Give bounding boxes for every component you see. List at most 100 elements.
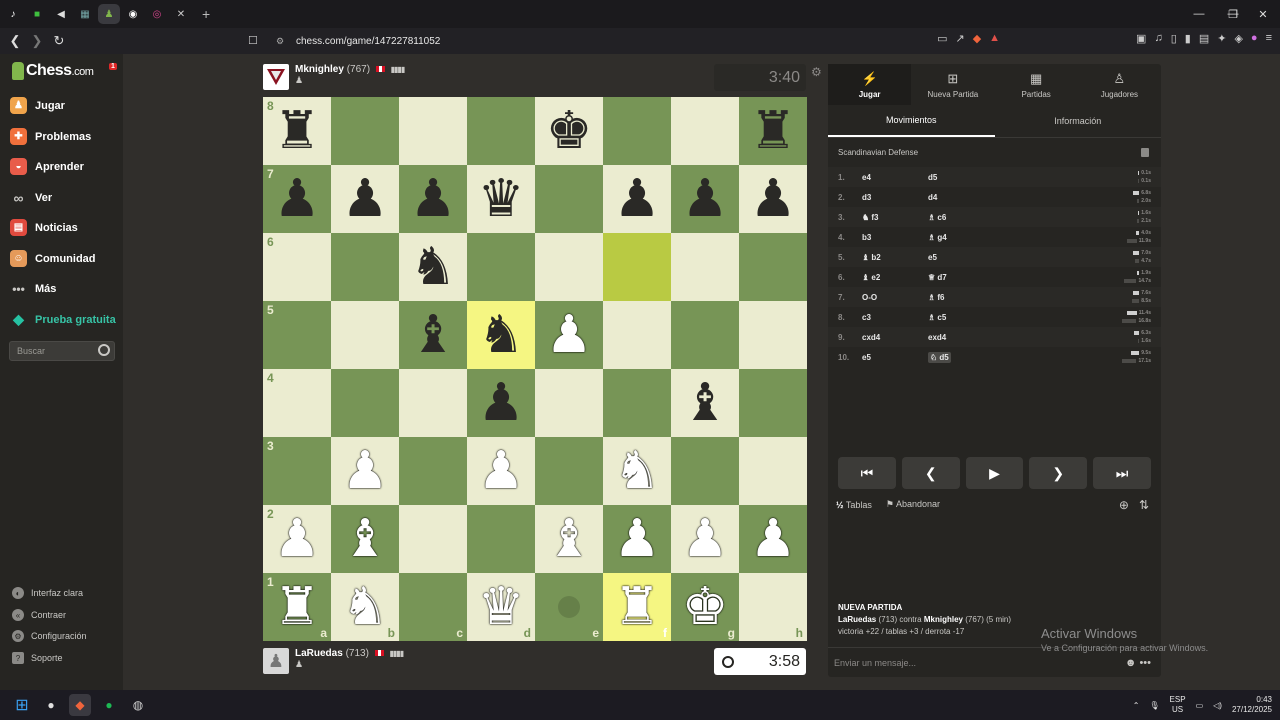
language-indicator[interactable]: ESP US [1170, 695, 1186, 715]
square-e1[interactable]: e [535, 573, 603, 641]
black-pawn-piece[interactable]: ♟ [682, 173, 729, 225]
square-a4[interactable]: 4 [263, 369, 331, 437]
square-c3[interactable] [399, 437, 467, 505]
flip-board-icon[interactable]: ⇅ [1139, 498, 1149, 512]
player-name[interactable]: LaRuedas [295, 648, 343, 659]
square-h8[interactable]: ♜ [739, 97, 807, 165]
previous-move-button[interactable]: ❮ [901, 457, 960, 489]
add-game-icon[interactable]: ⊕ [1119, 498, 1129, 512]
tab-nueva-partida[interactable]: ⊞ Nueva Partida [911, 64, 994, 105]
chess-logo[interactable]: Chess.com [12, 62, 94, 80]
obs-icon[interactable]: ● [40, 694, 62, 716]
tab-game[interactable]: ■ [26, 4, 48, 24]
square-d8[interactable] [467, 97, 535, 165]
play-button[interactable]: ▶ [965, 457, 1024, 489]
sidebar-item-comunidad[interactable]: ☺ Comunidad [10, 250, 96, 267]
black-queen-piece[interactable]: ♛ [478, 173, 525, 225]
reload-button[interactable]: ↻ [48, 30, 70, 52]
square-f8[interactable] [603, 97, 671, 165]
white-pawn-piece[interactable]: ♟ [478, 445, 525, 497]
brave-icon[interactable]: ◆ [69, 694, 91, 716]
square-g7[interactable]: ♟ [671, 165, 739, 233]
chevron-up-icon[interactable]: ⌃ [1133, 701, 1140, 710]
sidebar-light-theme[interactable]: ◐ Interfaz clara [12, 587, 83, 599]
black-rook-piece[interactable]: ♜ [750, 105, 797, 157]
square-b4[interactable] [331, 369, 399, 437]
site-info-icon[interactable]: ⚙ [276, 36, 284, 47]
sidebar-item-ver[interactable]: ∞ Ver [10, 189, 53, 206]
white-move[interactable]: ♞ f3 [862, 213, 928, 222]
black-move[interactable]: ♗ f6 [928, 293, 945, 302]
square-g8[interactable] [671, 97, 739, 165]
minimize-window-button[interactable]: — [1182, 0, 1216, 28]
square-c4[interactable] [399, 369, 467, 437]
black-move[interactable]: e5 [928, 253, 937, 262]
tab-tiktok[interactable]: ♪ [2, 4, 24, 24]
square-a8[interactable]: 8 ♜ [263, 97, 331, 165]
white-knight-piece[interactable]: ♞ [342, 581, 389, 633]
square-d4[interactable]: ♟ [467, 369, 535, 437]
square-f7[interactable]: ♟ [603, 165, 671, 233]
music-icon[interactable]: ♫ [1154, 32, 1162, 45]
url-field[interactable]: ⚙ chess.com/game/147227811052 [272, 31, 992, 51]
square-g5[interactable] [671, 301, 739, 369]
black-bishop-piece[interactable]: ♝ [682, 377, 729, 429]
new-game-player1[interactable]: LaRuedas [838, 615, 876, 624]
white-move[interactable]: O-O [862, 293, 928, 302]
first-move-button[interactable]: ⏮ [838, 457, 896, 489]
square-g1[interactable]: g ♚ [671, 573, 739, 641]
brave-shield-icon[interactable]: ◆ [973, 32, 981, 45]
legal-move-dot[interactable] [558, 596, 580, 618]
square-c6[interactable]: ♞ [399, 233, 467, 301]
square-d3[interactable]: ♟ [467, 437, 535, 505]
square-h2[interactable]: ♟ [739, 505, 807, 573]
black-pawn-piece[interactable]: ♟ [750, 173, 797, 225]
square-f1[interactable]: f ♜ [603, 573, 671, 641]
sidebar-item-aprender[interactable]: ◒ Aprender [10, 158, 84, 175]
square-d1[interactable]: d ♛ [467, 573, 535, 641]
black-knight-piece[interactable]: ♞ [410, 241, 457, 293]
square-g3[interactable] [671, 437, 739, 505]
square-b5[interactable] [331, 301, 399, 369]
square-a2[interactable]: 2 ♟ [263, 505, 331, 573]
sidebar-support[interactable]: ? Soporte [12, 652, 63, 664]
leo-icon[interactable]: ✦ [1217, 32, 1226, 45]
square-b2[interactable]: ♝ [331, 505, 399, 573]
square-e6[interactable] [535, 233, 603, 301]
square-c5[interactable]: ♝ [399, 301, 467, 369]
black-pawn-piece[interactable]: ♟ [274, 173, 321, 225]
maximize-window-button[interactable]: ❐ [1216, 0, 1250, 28]
square-g6[interactable] [671, 233, 739, 301]
tab-grid[interactable]: ▦ [74, 4, 96, 24]
square-f5[interactable] [603, 301, 671, 369]
square-e4[interactable] [535, 369, 603, 437]
square-d5[interactable]: ♞ [467, 301, 535, 369]
sidebar-item-jugar[interactable]: ♟ Jugar [10, 97, 65, 114]
black-king-piece[interactable]: ♚ [546, 105, 593, 157]
square-d7[interactable]: ♛ [467, 165, 535, 233]
gear-icon[interactable]: ⚙ [811, 65, 822, 79]
draw-button[interactable]: ½ Tablas [836, 500, 872, 510]
next-move-button[interactable]: ❯ [1029, 457, 1088, 489]
square-h1[interactable]: h [739, 573, 807, 641]
white-queen-piece[interactable]: ♛ [478, 581, 525, 633]
emoji-icon[interactable]: ☻ ••• [1125, 657, 1151, 669]
white-knight-piece[interactable]: ♞ [614, 445, 661, 497]
extension-icon[interactable]: ● [1251, 32, 1258, 45]
new-tab-button[interactable]: + [202, 6, 210, 22]
black-pawn-piece[interactable]: ♟ [410, 173, 457, 225]
square-b8[interactable] [331, 97, 399, 165]
white-move[interactable]: c3 [862, 313, 928, 322]
bookmark-icon[interactable]: ☐ [248, 34, 258, 47]
last-move-button[interactable]: ⏭ [1093, 457, 1151, 489]
black-move[interactable]: d4 [928, 193, 937, 202]
tab-app[interactable]: ◎ [146, 4, 168, 24]
rewards-icon[interactable]: ▲ [989, 32, 1000, 45]
tab-chrome[interactable]: ◉ [122, 4, 144, 24]
white-move[interactable]: cxd4 [862, 333, 928, 342]
black-move[interactable]: ♘ d5 [928, 351, 951, 363]
square-c1[interactable]: c [399, 573, 467, 641]
square-b3[interactable]: ♟ [331, 437, 399, 505]
menu-icon[interactable]: ≡ [1266, 32, 1272, 45]
square-h5[interactable] [739, 301, 807, 369]
